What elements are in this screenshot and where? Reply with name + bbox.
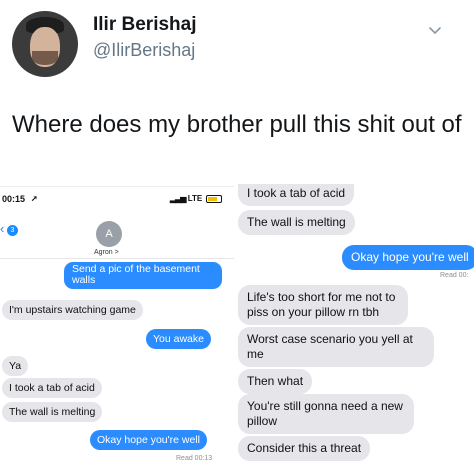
message-bubble-in: Then what (238, 369, 313, 394)
header-divider (0, 258, 234, 259)
signal-icon: ▂▃▅ (170, 194, 187, 203)
message-bubble-in: The wall is melting (238, 210, 355, 235)
status-time: 00:15 (2, 194, 26, 204)
message-bubble-in: I took a tab of acid (2, 378, 102, 398)
message-bubble-in: I'm upstairs watching game (2, 300, 143, 320)
read-receipt: Read 00:13 (176, 455, 213, 462)
message-bubble-in: Worst case scenario you yell at me (238, 327, 434, 367)
network-label: LTE (187, 194, 203, 203)
contact-name[interactable]: Agron > (94, 249, 119, 256)
message-bubble-in: You're still gonna need a new pillow (238, 394, 414, 434)
message-bubble-in: I took a tab of acid (238, 184, 355, 206)
location-arrow-icon: ➚ (31, 194, 38, 203)
contact-avatar[interactable]: A (96, 221, 122, 247)
message-bubble-in: The wall is melting (2, 402, 103, 422)
message-bubble-out: Okay hope you're well (90, 430, 207, 450)
message-bubble-out: Send a pic of the basement walls (64, 262, 222, 289)
tweet-text: Where does my brother pull this shit out… (12, 111, 462, 138)
back-count-badge[interactable]: 3 (7, 225, 18, 236)
status-bar: 00:15 ➚ ▂▃▅ LTE (0, 192, 234, 206)
message-bubble-in: Life's too short for me not to piss on y… (238, 285, 408, 325)
message-bubble-out: You awake (146, 329, 211, 349)
message-bubble-in: Consider this a threat (238, 436, 371, 461)
avatar-beard (32, 51, 58, 65)
message-text: walls (72, 274, 96, 286)
battery-icon (206, 194, 223, 203)
display-name[interactable]: Ilir Berishaj (93, 14, 197, 36)
message-bubble-in: Ya (2, 356, 29, 376)
status-right: ▂▃▅ LTE (170, 194, 223, 203)
chevron-down-icon[interactable] (428, 24, 442, 38)
chevron-left-icon[interactable]: ‹ (0, 221, 4, 236)
read-receipt: Read 00: (440, 272, 469, 279)
tweet-header: Ilir Berishaj @IlirBerishaj (0, 0, 474, 90)
avatar[interactable] (12, 11, 78, 77)
message-bubble-out: Okay hope you're well (342, 245, 474, 270)
user-handle[interactable]: @IlirBerishaj (93, 40, 195, 61)
